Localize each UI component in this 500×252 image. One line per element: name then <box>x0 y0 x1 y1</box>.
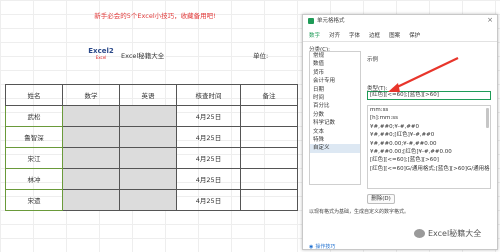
name-cell[interactable]: 宋江 <box>5 147 63 169</box>
dialog-title: 单元格格式 <box>317 18 345 24</box>
name-cell[interactable]: 武松 <box>5 105 63 127</box>
note-cell[interactable] <box>240 168 298 190</box>
format-item[interactable]: ¥#,##0;¥-#,##0 <box>368 123 490 131</box>
english-cell[interactable] <box>119 189 177 211</box>
table-row: 宋遗 4月25日 <box>5 189 298 211</box>
format-list[interactable]: mm:ss [h]:mm:ss ¥#,##0;¥-#,##0 ¥#,##0;[红… <box>367 105 491 189</box>
format-item[interactable]: [红色][<=60]G/通用格式;[蓝色][>60]G/通用格 <box>368 165 490 173</box>
logo-main: Excel2 <box>88 47 114 55</box>
header-cell[interactable]: 数学 <box>62 84 120 106</box>
note-cell[interactable] <box>240 189 298 211</box>
format-item[interactable]: ¥#,##0.00;[红色]¥-#,##0.00 <box>368 148 490 156</box>
header-cell[interactable]: 核查时间 <box>176 84 241 106</box>
english-cell[interactable] <box>119 147 177 169</box>
type-input[interactable]: [红色][<=60];[蓝色][>60] <box>367 91 491 100</box>
format-list-scrollbar[interactable] <box>486 108 489 128</box>
brand-text: Excel秘籍大全 <box>121 52 165 60</box>
name-cell[interactable]: 宋遗 <box>5 189 63 211</box>
category-item[interactable]: 文本 <box>310 128 360 136</box>
table-row: 武松 4月25日 <box>5 105 298 127</box>
header-cell[interactable]: 英语 <box>119 84 177 106</box>
sample-preview <box>367 62 491 72</box>
math-cell[interactable] <box>62 168 120 190</box>
category-item[interactable]: 百分比 <box>310 102 360 110</box>
dialog-tabs: 数字 对齐 字体 边框 图案 保护 <box>309 31 420 39</box>
logo-sub: Excel <box>95 55 107 60</box>
format-description: 以现有格式为基础，生成自定义的数字格式。 <box>309 209 410 215</box>
name-cell[interactable]: 林冲 <box>5 168 63 190</box>
tab-border[interactable]: 边框 <box>369 31 380 39</box>
math-cell[interactable] <box>62 147 120 169</box>
tips-icon: ◉ <box>309 243 314 250</box>
category-item[interactable]: 常规 <box>310 52 360 60</box>
category-item[interactable]: 会计专用 <box>310 77 360 85</box>
name-cell[interactable]: 鲁智深 <box>5 126 63 148</box>
category-list[interactable]: 常规 数值 货币 会计专用 日期 时间 百分比 分数 科学记数 文本 特殊 自定… <box>309 51 361 185</box>
table-header-row: 姓名 数学 英语 核查时间 备注 <box>5 84 298 106</box>
date-cell[interactable]: 4月25日 <box>176 168 241 190</box>
note-cell[interactable] <box>240 105 298 127</box>
math-cell[interactable] <box>62 126 120 148</box>
unit-label: 单位: <box>253 52 269 60</box>
category-item[interactable]: 日期 <box>310 86 360 94</box>
english-cell[interactable] <box>119 168 177 190</box>
math-cell[interactable] <box>62 105 120 127</box>
tab-alignment[interactable]: 对齐 <box>329 31 340 39</box>
table-row: 鲁智深 4月25日 <box>5 126 298 148</box>
header-cell[interactable]: 备注 <box>240 84 298 106</box>
category-item[interactable]: 科学记数 <box>310 119 360 127</box>
format-item[interactable]: [h]:mm:ss <box>368 114 490 122</box>
wechat-icon <box>414 229 425 238</box>
math-cell[interactable] <box>62 189 120 211</box>
format-item[interactable]: ¥#,##0;[红色]¥-#,##0 <box>368 131 490 139</box>
date-cell[interactable]: 4月25日 <box>176 105 241 127</box>
sheet-banner: 新手必会的5个Excel小技巧，收藏备用吧! <box>94 12 216 20</box>
category-item-selected[interactable]: 自定义 <box>310 144 360 153</box>
format-item[interactable]: [红色][<=60];[蓝色][>60] <box>368 156 490 164</box>
date-cell[interactable]: 4月25日 <box>176 189 241 211</box>
category-item[interactable]: 分数 <box>310 111 360 119</box>
category-item[interactable]: 数值 <box>310 60 360 68</box>
watermark-text: Excel秘籍大全 <box>428 229 482 238</box>
app-icon <box>308 18 314 24</box>
note-cell[interactable] <box>240 126 298 148</box>
format-item[interactable]: ¥#,##0.00;¥-#,##0.00 <box>368 140 490 148</box>
note-cell[interactable] <box>240 147 298 169</box>
dialog-titlebar[interactable]: 单元格格式 <box>303 15 497 27</box>
table-row: 宋江 4月25日 <box>5 147 298 169</box>
category-item[interactable]: 时间 <box>310 94 360 102</box>
tab-font[interactable]: 字体 <box>349 31 360 39</box>
delete-button[interactable]: 删除(D) <box>367 194 395 204</box>
format-item[interactable]: mm:ss <box>368 106 490 114</box>
english-cell[interactable] <box>119 105 177 127</box>
tab-divider <box>303 41 497 42</box>
close-icon[interactable]: × <box>487 16 493 24</box>
table-row: 林冲 4月25日 <box>5 168 298 190</box>
tab-number[interactable]: 数字 <box>309 31 320 39</box>
header-cell[interactable]: 姓名 <box>5 84 63 106</box>
data-table: 姓名 数学 英语 核查时间 备注 武松 4月25日 鲁智深 4月25日 宋江 4… <box>5 84 298 211</box>
tips-label: 操作技巧 <box>315 244 336 250</box>
date-cell[interactable]: 4月25日 <box>176 147 241 169</box>
date-cell[interactable]: 4月25日 <box>176 126 241 148</box>
tab-pattern[interactable]: 图案 <box>389 31 400 39</box>
format-cells-dialog: 单元格格式 × 数字 对齐 字体 边框 图案 保护 分类(C): 常规 数值 货… <box>302 14 498 250</box>
tab-protection[interactable]: 保护 <box>409 31 420 39</box>
watermark: Excel秘籍大全 <box>414 228 481 239</box>
tips-link[interactable]: ◉ 操作技巧 <box>309 243 336 251</box>
category-item[interactable]: 特殊 <box>310 136 360 144</box>
logo: Excel2 Excel <box>88 47 114 61</box>
english-cell[interactable] <box>119 126 177 148</box>
category-item[interactable]: 货币 <box>310 69 360 77</box>
